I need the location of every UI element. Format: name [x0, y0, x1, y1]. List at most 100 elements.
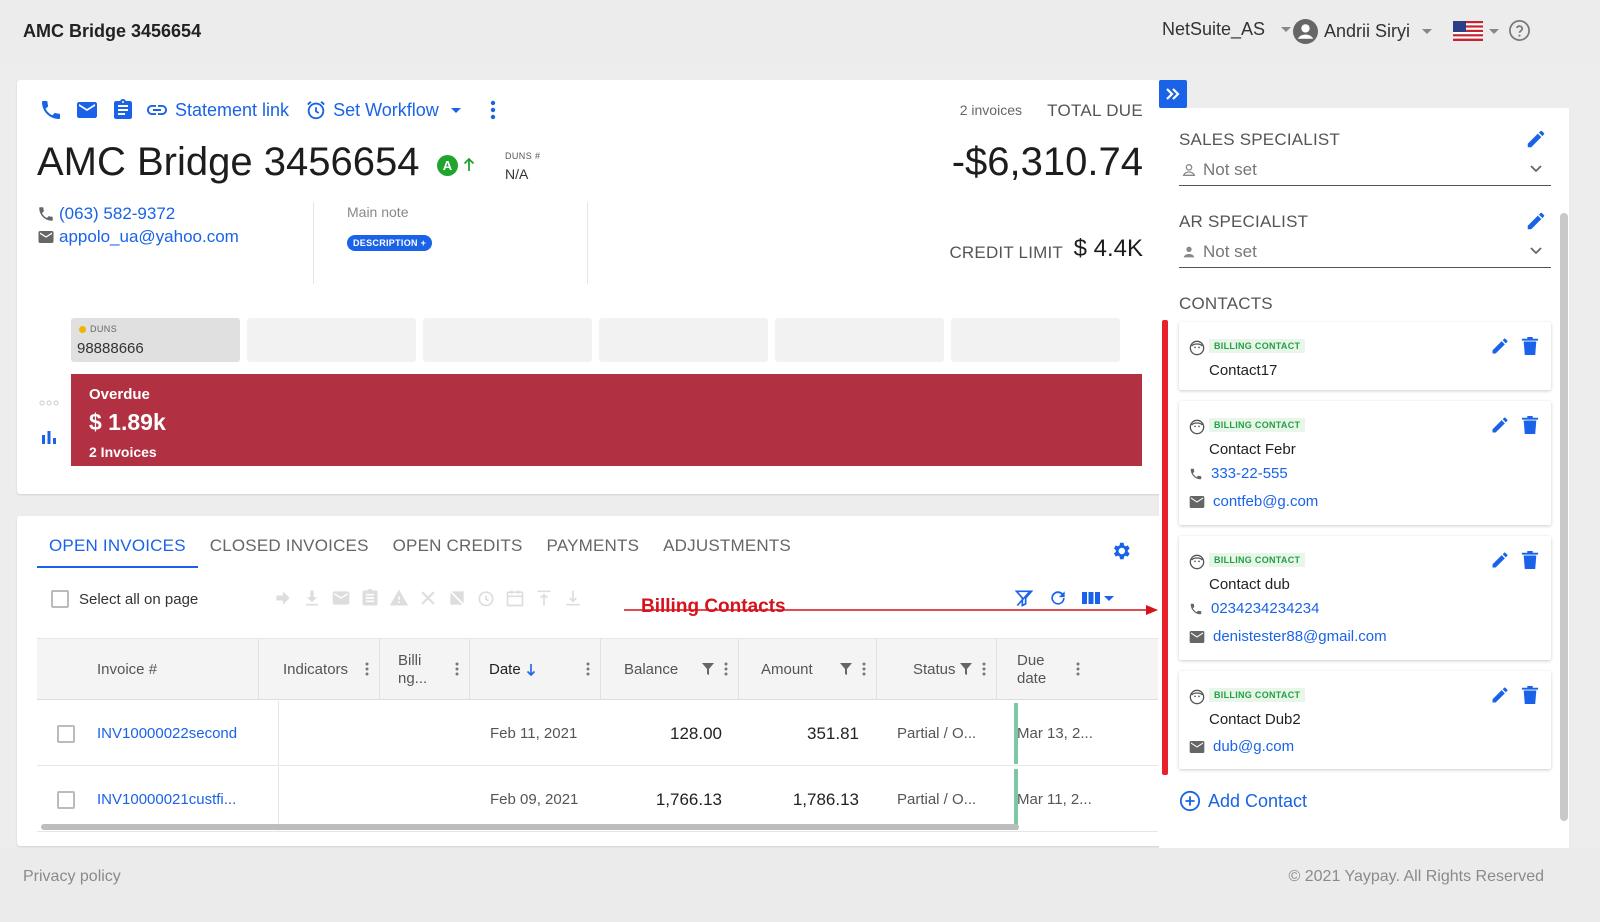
- column-invoice[interactable]: Invoice #: [37, 639, 259, 700]
- trash-icon[interactable]: [1521, 550, 1539, 570]
- trash-icon[interactable]: [1521, 685, 1539, 705]
- column-date[interactable]: Date: [470, 639, 601, 700]
- customer-phone[interactable]: (063) 582-9372: [37, 204, 175, 224]
- contact-email[interactable]: contfeb@g.com: [1189, 493, 1318, 510]
- overdue-invoice-count: 2 Invoices: [89, 444, 157, 460]
- tab-payments[interactable]: PAYMENTS: [535, 516, 652, 568]
- contacts-label: CONTACTS: [1179, 294, 1273, 313]
- column-amount[interactable]: Amount: [739, 639, 877, 700]
- email-icon[interactable]: [75, 98, 99, 122]
- duns-tile[interactable]: DUNS 98888666: [71, 318, 240, 362]
- expand-panel-button[interactable]: [1159, 80, 1187, 108]
- row-checkbox[interactable]: [57, 724, 75, 743]
- invoice-number-link[interactable]: INV10000022second: [97, 701, 237, 766]
- edit-pencil-icon[interactable]: [1490, 685, 1510, 705]
- side-panel-scrollbar[interactable]: [1560, 213, 1568, 821]
- contact-card[interactable]: BILLING CONTACT Contact Febr 333-22-555 …: [1179, 401, 1551, 525]
- contact-phone[interactable]: 0234234234234: [1189, 600, 1319, 617]
- edit-pencil-icon[interactable]: [1525, 210, 1547, 232]
- row-checkbox[interactable]: [57, 790, 75, 809]
- sales-specialist-select[interactable]: Not set: [1179, 154, 1551, 186]
- statement-link-button[interactable]: Statement link: [145, 98, 289, 122]
- table-row[interactable]: INV10000022second Feb 11, 2021 128.00 35…: [37, 701, 1158, 766]
- overdue-aging-bar[interactable]: Overdue $ 1.89k 2 Invoices: [71, 374, 1142, 466]
- account-name: NetSuite_AS: [1162, 19, 1266, 39]
- language-selector[interactable]: [1453, 21, 1499, 41]
- more-vertical-icon[interactable]: [485, 98, 501, 122]
- annotation-arrow: [624, 605, 1158, 615]
- filter-icon[interactable]: [960, 663, 972, 675]
- tab-open-credits[interactable]: OPEN CREDITS: [381, 516, 535, 568]
- clipboard-icon[interactable]: [111, 98, 135, 122]
- gear-icon[interactable]: [1110, 540, 1132, 562]
- description-add-button[interactable]: DESCRIPTION +: [347, 235, 433, 251]
- select-all-on-page[interactable]: Select all on page: [51, 590, 198, 608]
- tab-adjustments[interactable]: ADJUSTMENTS: [651, 516, 803, 568]
- column-status[interactable]: Status: [877, 639, 997, 700]
- trash-icon[interactable]: [1521, 415, 1539, 435]
- column-menu-icon[interactable]: [1076, 662, 1080, 676]
- ar-specialist-select[interactable]: Not set: [1179, 236, 1551, 268]
- contact-email[interactable]: dub@g.com: [1189, 738, 1294, 755]
- edit-pencil-icon[interactable]: [1490, 550, 1510, 570]
- column-status-label: Status: [913, 661, 956, 678]
- add-contact-button[interactable]: Add Contact: [1179, 790, 1307, 812]
- column-due-date[interactable]: Due date: [997, 639, 1158, 700]
- no-image-icon: [448, 589, 466, 607]
- column-menu-icon[interactable]: [365, 662, 369, 676]
- set-workflow-button[interactable]: Set Workflow: [305, 99, 461, 121]
- customer-email[interactable]: appolo_ua@yahoo.com: [37, 227, 239, 247]
- help-icon[interactable]: [1508, 19, 1531, 42]
- contact-name: Contact Febr: [1209, 441, 1296, 458]
- filter-icon[interactable]: [702, 663, 714, 675]
- column-billing[interactable]: Billi ng...: [380, 639, 470, 700]
- user-menu[interactable]: Andrii Siryi: [1293, 19, 1433, 44]
- filter-icon[interactable]: [840, 663, 852, 675]
- sort-down-icon[interactable]: [526, 663, 536, 677]
- invoices-card: OPEN INVOICES CLOSED INVOICES OPEN CREDI…: [17, 516, 1163, 846]
- account-selector[interactable]: NetSuite_AS: [1162, 19, 1292, 40]
- tab-closed-invoices[interactable]: CLOSED INVOICES: [198, 516, 381, 568]
- invoice-number-link[interactable]: INV10000021custfi...: [97, 767, 236, 832]
- edit-pencil-icon[interactable]: [1490, 336, 1510, 356]
- column-menu-icon[interactable]: [724, 662, 728, 676]
- customer-phone-link[interactable]: (063) 582-9372: [59, 204, 175, 224]
- trash-icon[interactable]: [1521, 336, 1539, 356]
- invoice-status: Partial / O...: [897, 725, 977, 742]
- phone-icon[interactable]: [39, 98, 63, 122]
- tab-open-invoices[interactable]: OPEN INVOICES: [37, 516, 198, 568]
- contact-card[interactable]: BILLING CONTACT Contact17: [1179, 322, 1551, 390]
- privacy-policy-link[interactable]: Privacy policy: [23, 868, 121, 886]
- contact-phone-link[interactable]: 0234234234234: [1211, 600, 1319, 617]
- invoice-count: 2 invoices: [959, 102, 1022, 118]
- contact-email[interactable]: denistester88@gmail.com: [1189, 628, 1387, 645]
- contact-card[interactable]: BILLING CONTACT Contact Dub2 dub@g.com: [1179, 671, 1551, 769]
- table-row[interactable]: INV10000021custfi... Feb 09, 2021 1,766.…: [37, 767, 1158, 832]
- column-menu-icon[interactable]: [586, 662, 590, 676]
- customer-email-link[interactable]: appolo_ua@yahoo.com: [59, 227, 239, 247]
- contact-email-link[interactable]: contfeb@g.com: [1213, 493, 1318, 510]
- contact-phone-link[interactable]: 333-22-555: [1211, 465, 1288, 482]
- contact-card[interactable]: BILLING CONTACT Contact dub 023423423423…: [1179, 536, 1551, 660]
- edit-pencil-icon[interactable]: [1490, 415, 1510, 435]
- column-balance[interactable]: Balance: [601, 639, 739, 700]
- contact-phone[interactable]: 333-22-555: [1189, 465, 1288, 482]
- duns-tile-label-text: DUNS: [90, 324, 118, 334]
- edit-pencil-icon[interactable]: [1525, 128, 1547, 150]
- contact-email-link[interactable]: dub@g.com: [1213, 738, 1294, 755]
- table-horizontal-scrollbar[interactable]: [41, 824, 1019, 830]
- warning-icon: [389, 589, 409, 606]
- bar-chart-icon[interactable]: [41, 430, 57, 444]
- select-all-checkbox[interactable]: [51, 590, 69, 608]
- column-menu-icon[interactable]: [982, 662, 986, 676]
- contact-email-link[interactable]: denistester88@gmail.com: [1213, 628, 1387, 645]
- column-menu-icon[interactable]: [455, 662, 459, 676]
- overdue-amount: $ 1.89k: [89, 409, 166, 435]
- column-indicators[interactable]: Indicators: [259, 639, 380, 700]
- timeline-dots-icon[interactable]: [39, 400, 59, 406]
- contact-name: Contact dub: [1209, 576, 1290, 593]
- column-menu-icon[interactable]: [862, 662, 866, 676]
- contact-face-icon: [1189, 554, 1205, 570]
- columns-menu[interactable]: [1082, 591, 1114, 605]
- arrow-up-icon: [463, 157, 475, 171]
